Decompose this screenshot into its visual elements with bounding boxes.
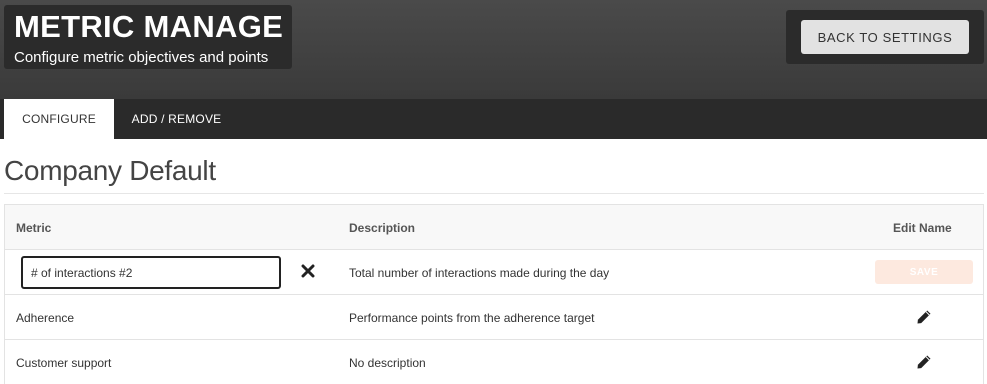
column-header-edit-name: Edit Name: [893, 221, 952, 235]
x-icon[interactable]: [301, 264, 315, 278]
save-button[interactable]: SAVE: [875, 260, 973, 284]
page-subtitle: Configure metric objectives and points: [14, 49, 269, 66]
table-row: Adherence Performance points from the ad…: [5, 295, 983, 340]
column-header-metric: Metric: [16, 221, 52, 235]
page-title: METRIC MANAGE: [14, 9, 284, 44]
table-row: Total number of interactions made during…: [5, 250, 983, 295]
metric-name: Customer support: [16, 356, 112, 370]
back-button-container: BACK TO SETTINGS: [786, 10, 984, 64]
column-header-description: Description: [349, 221, 416, 235]
table-header: Metric Description Edit Name: [5, 205, 983, 250]
tab-add-remove[interactable]: ADD / REMOVE: [118, 99, 235, 139]
metric-description: Total number of interactions made during…: [349, 266, 610, 280]
tab-configure[interactable]: CONFIGURE: [4, 99, 114, 139]
metric-name-input[interactable]: [21, 256, 281, 289]
pencil-icon[interactable]: [916, 354, 932, 370]
section-divider: [4, 193, 984, 194]
section-title: Company Default: [4, 155, 216, 186]
metric-description: No description: [349, 356, 426, 370]
metrics-table: Metric Description Edit Name Total numbe…: [4, 204, 984, 384]
tab-bar: CONFIGURE ADD / REMOVE: [0, 99, 987, 139]
table-row: Customer support No description: [5, 340, 983, 384]
title-block: METRIC MANAGE Configure metric objective…: [4, 5, 292, 69]
metric-description: Performance points from the adherence ta…: [349, 311, 595, 325]
pencil-icon[interactable]: [916, 309, 932, 325]
back-to-settings-button[interactable]: BACK TO SETTINGS: [801, 20, 969, 54]
metric-name: Adherence: [16, 311, 75, 325]
page-header: METRIC MANAGE Configure metric objective…: [0, 0, 987, 99]
